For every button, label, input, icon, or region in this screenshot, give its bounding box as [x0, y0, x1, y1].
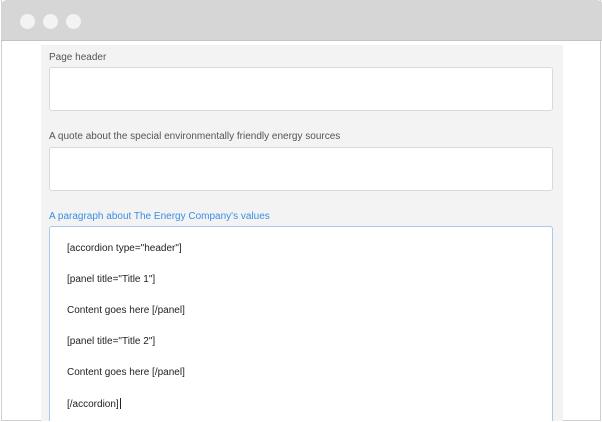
paragraph-textarea[interactable]: [accordion type="header"] [panel title="…: [49, 226, 553, 421]
paragraph-line: [/accordion]: [67, 399, 119, 410]
paragraph-line: Content goes here [/panel]: [67, 367, 185, 378]
paragraph-line: [accordion type="header"]: [67, 243, 182, 254]
paragraph-label: A paragraph about The Energy Company's v…: [49, 211, 270, 222]
form-panel: Page header A quote about the special en…: [41, 45, 563, 421]
paragraph-line: [panel title="Title 1"]: [67, 274, 156, 285]
paragraph-last-line: [/accordion]: [67, 398, 121, 410]
paragraph-line: Content goes here [/panel]: [67, 305, 185, 316]
page-header-label: Page header: [49, 52, 107, 63]
browser-window: Page header A quote about the special en…: [1, 0, 602, 421]
page-header-input[interactable]: [49, 67, 553, 111]
quote-label: A quote about the special environmentall…: [49, 131, 341, 142]
maximize-window-button[interactable]: [66, 14, 81, 29]
quote-input[interactable]: [49, 147, 553, 191]
paragraph-line: [panel title="Title 2"]: [67, 336, 156, 347]
close-window-button[interactable]: [20, 14, 35, 29]
minimize-window-button[interactable]: [43, 14, 58, 29]
text-caret: [119, 398, 121, 409]
window-titlebar: [1, 0, 602, 41]
